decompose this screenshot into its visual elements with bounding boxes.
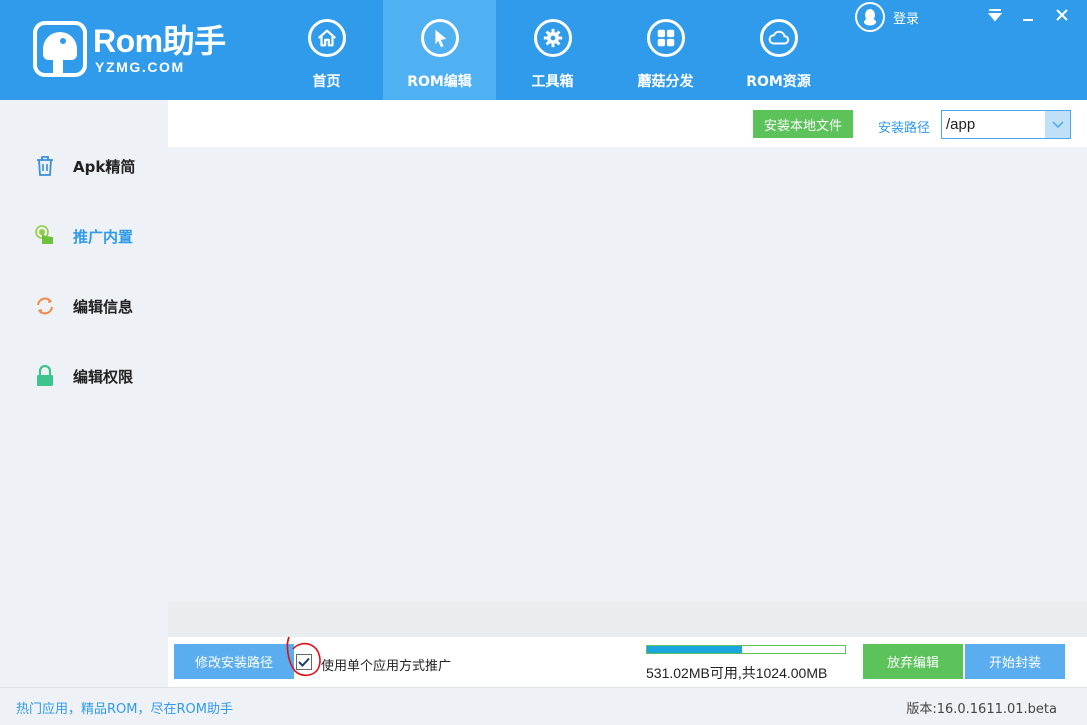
nav-mushroom-distribution-label: 蘑菇分发 [637, 74, 694, 90]
content-footer-strip [168, 602, 1087, 637]
touch-icon [33, 224, 57, 248]
modify-install-path-button[interactable]: 修改安装路径 [174, 644, 294, 679]
login-button[interactable]: 登录 [855, 2, 919, 32]
nav-toolbox[interactable]: 工具箱 [496, 0, 609, 100]
sidebar-item-apk-slim[interactable]: Apk精简 [33, 151, 135, 181]
storage-progress-fill [647, 646, 743, 653]
app-logo: Rom助手 YZMG.COM [33, 21, 233, 79]
version-label: 版本:16.0.1611.01.beta [906, 702, 1057, 717]
sidebar-item-edit-info[interactable]: 编辑信息 [33, 291, 133, 321]
logo-subtitle: YZMG.COM [95, 59, 185, 75]
cloud-icon [760, 19, 798, 57]
start-pack-button[interactable]: 开始封装 [965, 644, 1065, 679]
nav-rom-edit-label: ROM编辑 [407, 74, 472, 90]
install-local-file-button[interactable]: 安装本地文件 [753, 110, 853, 138]
grid-icon [647, 19, 685, 57]
trash-icon [33, 154, 57, 178]
nav-home[interactable]: 首页 [270, 0, 383, 100]
nav-home-label: 首页 [312, 74, 341, 90]
login-label: 登录 [893, 11, 920, 27]
logo-title: Rom助手 [93, 23, 226, 59]
nav-toolbox-label: 工具箱 [531, 74, 574, 90]
discard-edit-button[interactable]: 放弃编辑 [863, 644, 963, 679]
nav-rom-edit[interactable]: ROM编辑 [383, 0, 496, 100]
dropdown-menu-icon[interactable] [984, 6, 1006, 27]
red-annotation-circle [286, 636, 321, 677]
nav-mushroom-distribution[interactable]: 蘑菇分发 [609, 0, 722, 100]
nav-rom-resources[interactable]: ROM资源 [722, 0, 835, 100]
home-icon [308, 19, 346, 57]
storage-text: 531.02MB可用,共1024.00MB [646, 665, 828, 681]
install-path-value: /app [946, 116, 976, 133]
chevron-down-icon[interactable] [1045, 111, 1070, 138]
logo-mushroom-icon [33, 21, 87, 77]
sidebar-item-label: 编辑权限 [73, 367, 134, 386]
status-footer: 热门应用，精品ROM，尽在ROM助手 版本:16.0.1611.01.beta [0, 687, 1087, 725]
storage-progress-bar [646, 645, 846, 654]
cursor-icon [421, 19, 459, 57]
gear-icon [534, 19, 572, 57]
install-path-label: 安装路径 [878, 121, 931, 136]
qq-penguin-icon [855, 2, 885, 32]
app-header: Rom助手 YZMG.COM 首页 ROM编辑 工具箱 蘑菇分发 ROM资源 登… [0, 0, 1087, 100]
refresh-icon [33, 294, 57, 318]
sidebar-item-promotion-builtin[interactable]: 推广内置 [33, 221, 133, 251]
sidebar: Apk精简 推广内置 编辑信息 编辑权限 [0, 100, 168, 687]
main-nav: 首页 ROM编辑 工具箱 蘑菇分发 ROM资源 [270, 0, 835, 100]
nav-rom-resources-label: ROM资源 [746, 74, 811, 90]
single-app-checkbox-label[interactable]: 使用单个应用方式推广 [321, 655, 451, 674]
sidebar-item-edit-permissions[interactable]: 编辑权限 [33, 361, 133, 391]
sidebar-item-label: 编辑信息 [73, 297, 134, 316]
minimize-icon[interactable] [1017, 6, 1039, 27]
app-list-area [168, 147, 1087, 637]
lock-icon [33, 364, 57, 388]
close-icon[interactable] [1051, 6, 1073, 27]
sidebar-item-label: Apk精简 [73, 157, 136, 176]
footer-tagline: 热门应用，精品ROM，尽在ROM助手 [16, 702, 233, 717]
install-path-select[interactable]: /app [941, 110, 1071, 139]
sidebar-item-label: 推广内置 [73, 227, 134, 246]
